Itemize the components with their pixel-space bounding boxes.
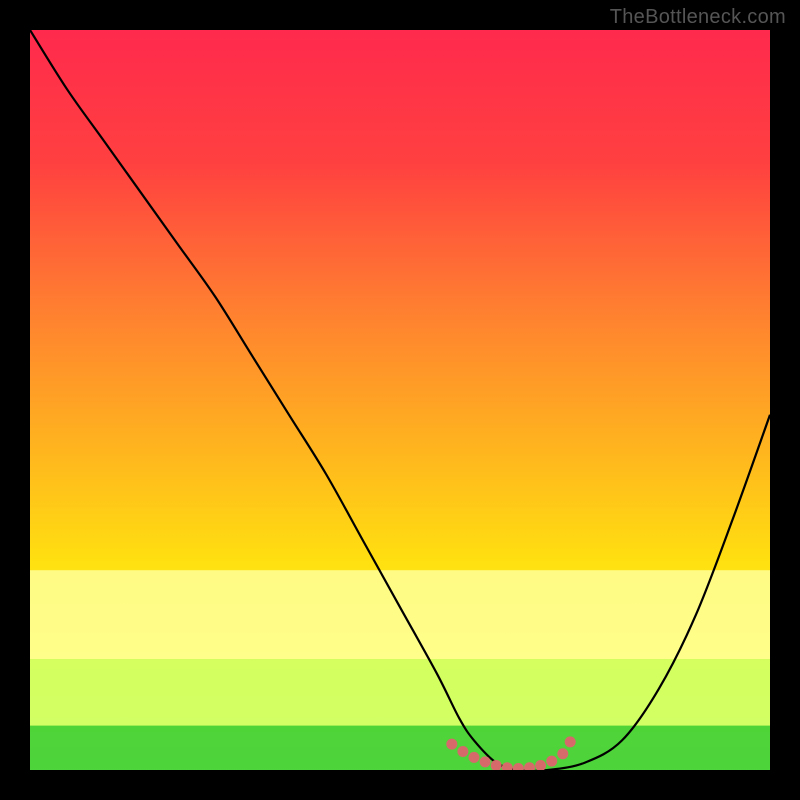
curve-marker xyxy=(546,756,557,767)
chart-container: TheBottleneck.com xyxy=(0,0,800,800)
bottom-band xyxy=(30,570,770,659)
curve-marker xyxy=(502,762,513,773)
bottom-bands xyxy=(30,570,770,770)
bottom-band xyxy=(30,659,770,726)
curve-marker xyxy=(513,763,524,774)
chart-svg xyxy=(0,0,800,800)
curve-marker xyxy=(446,739,457,750)
curve-marker xyxy=(480,756,491,767)
curve-marker xyxy=(469,752,480,763)
curve-marker xyxy=(565,736,576,747)
attribution-text: TheBottleneck.com xyxy=(610,6,786,29)
curve-marker xyxy=(524,762,535,773)
curve-marker xyxy=(535,760,546,771)
bottom-band xyxy=(30,726,770,770)
curve-marker xyxy=(491,760,502,771)
curve-marker xyxy=(557,748,568,759)
curve-marker xyxy=(457,746,468,757)
